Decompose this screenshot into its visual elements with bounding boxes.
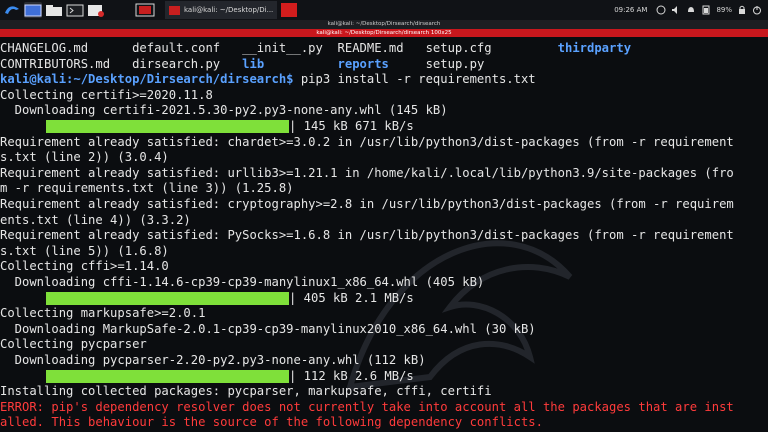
terminal-line: s.txt (line 2)) (3.0.4) (0, 150, 169, 166)
terminal-line: Downloading certifi-2021.5.30-py2.py3-no… (0, 103, 448, 119)
terminal-output[interactable]: CHANGELOG.md default.conf __init__.py RE… (0, 37, 768, 432)
terminal-task-icon (169, 5, 180, 15)
terminal-text: Collecting markupsafe>=2.0.1 (0, 306, 206, 321)
terminal-line: kali@kali:~/Desktop/Dirsearch/dirsearch$… (0, 72, 536, 88)
terminal-line: | 405 kB 2.1 MB/s (289, 291, 414, 307)
terminal-text: alled. This behaviour is the source of t… (0, 415, 543, 430)
terminal-text: Downloading pycparser-2.20-py2.py3-none-… (0, 353, 426, 367)
bell-icon[interactable] (686, 5, 696, 15)
media-icon[interactable] (87, 2, 105, 18)
terminal-line: Requirement already satisfied: PySocks>=… (0, 228, 734, 244)
terminal-text: s.txt (line 2)) (3.0.4) (0, 150, 169, 165)
terminal-line: alled. This behaviour is the source of t… (0, 415, 543, 431)
progress-bar (46, 369, 289, 383)
terminal-line: Downloading MarkupSafe-2.0.1-cp39-cp39-m… (0, 322, 536, 338)
terminal-line: | 145 kB 671 kB/s (289, 119, 414, 135)
terminal-line: Collecting cffi>=1.14.0 (0, 259, 169, 275)
terminal-line: CONTRIBUTORS.md dirsearch.py lib reports… (0, 57, 484, 73)
speaker-icon[interactable] (671, 5, 681, 15)
terminal-text: thirdparty (557, 41, 632, 55)
taskbar-task-label: kali@kali: ~/Desktop/Di... (184, 6, 274, 14)
terminal-line: Requirement already satisfied: cryptogra… (0, 197, 734, 213)
terminal-line: Requirement already satisfied: chardet>=… (0, 135, 734, 151)
terminal-text: | 112 kB 2.6 MB/s (289, 368, 414, 383)
terminal-text: Requirement already satisfied: urllib3>=… (0, 165, 734, 180)
terminal-text: Collecting certifi>=2020.11.8 (0, 87, 213, 102)
window-title: kali@kali: ~/Desktop/Dirsearch/dirsearch (0, 20, 768, 29)
terminal-text: ERROR: pip's dependency resolver does no… (0, 399, 734, 414)
terminal-line: Installing collected packages: pycparser… (0, 384, 492, 400)
terminal-line: Collecting pycparser (0, 337, 147, 353)
taskbar-terminal-task[interactable]: kali@kali: ~/Desktop/Di... (165, 1, 278, 19)
terminal-line: Collecting certifi>=2020.11.8 (0, 88, 213, 104)
folder-icon[interactable] (45, 2, 63, 18)
terminal-line: Collecting markupsafe>=2.0.1 (0, 306, 205, 322)
terminal-text: | 145 kB 671 kB/s (289, 119, 414, 133)
terminal-text: kali@kali:~/Desktop/Dirsearch/dirsearch$ (0, 72, 294, 87)
terminal-text: | 405 kB 2.1 MB/s (289, 290, 414, 305)
terminal-icon[interactable] (66, 2, 84, 18)
terminal-text: ents.txt (line 4)) (3.3.2) (0, 212, 191, 227)
lock-icon[interactable] (737, 5, 747, 15)
terminal-text: reports (337, 56, 389, 71)
terminal-line: Downloading cffi-1.14.6-cp39-cp39-manyli… (0, 275, 485, 291)
red-task-icon[interactable] (281, 2, 298, 18)
terminal-text: Downloading MarkupSafe-2.0.1-cp39-cp39-m… (0, 321, 536, 336)
terminal-text: setup.py (388, 56, 485, 71)
terminal-text: Collecting cffi>=1.14.0 (0, 259, 169, 274)
terminal-line: Downloading pycparser-2.20-py2.py3-none-… (0, 353, 426, 369)
terminal-text: Requirement already satisfied: chardet>=… (0, 134, 734, 149)
terminal-text: s.txt (line 5)) (1.6.8) (0, 243, 169, 258)
terminal-line: m -r requirements.txt (line 3)) (1.25.8) (0, 181, 294, 197)
terminal-line: CHANGELOG.md default.conf __init__.py RE… (0, 41, 631, 57)
tab-title[interactable]: kali@kali: ~/Desktop/Dirsearch/dirsearch… (0, 29, 768, 37)
progress-bar (46, 291, 289, 305)
terminal-line: | 112 kB 2.6 MB/s (289, 369, 414, 385)
terminal-text: CHANGELOG.md default.conf __init__.py RE… (0, 41, 558, 55)
notification-icon[interactable] (656, 5, 666, 15)
taskbar: kali@kali: ~/Desktop/Di... 09:26 AM 89% (0, 0, 768, 20)
terminal-text: Collecting pycparser (0, 337, 147, 352)
terminal-text: Downloading cffi-1.14.6-cp39-cp39-manyli… (0, 275, 485, 289)
workspace-icon[interactable] (135, 2, 155, 18)
terminal-text: m -r requirements.txt (line 3)) (1.25.8) (0, 181, 294, 196)
desktop-icon[interactable] (24, 2, 42, 18)
terminal-line: ents.txt (line 4)) (3.3.2) (0, 213, 191, 229)
terminal-text: Installing collected packages: pycparser… (0, 384, 492, 399)
clock: 09:26 AM (614, 6, 648, 14)
terminal-text: Requirement already satisfied: cryptogra… (0, 197, 734, 211)
terminal-text: Downloading certifi-2021.5.30-py2.py3-no… (0, 103, 448, 118)
battery-icon[interactable] (701, 5, 711, 15)
terminal-line: ERROR: pip's dependency resolver does no… (0, 400, 734, 416)
terminal-text: CONTRIBUTORS.md dirsearch.py (0, 56, 243, 71)
terminal-line: Requirement already satisfied: urllib3>=… (0, 166, 734, 182)
power-icon[interactable] (752, 5, 762, 15)
battery-level: 89% (716, 6, 732, 14)
system-tray: 09:26 AM 89% (614, 5, 762, 15)
progress-bar (46, 120, 289, 133)
terminal-text: pip3 install -r requirements.txt (293, 72, 536, 87)
terminal-text: Requirement already satisfied: PySocks>=… (0, 228, 734, 243)
terminal-text: lib (242, 56, 265, 71)
kali-menu-icon[interactable] (3, 2, 21, 18)
terminal-line: s.txt (line 5)) (1.6.8) (0, 244, 169, 260)
